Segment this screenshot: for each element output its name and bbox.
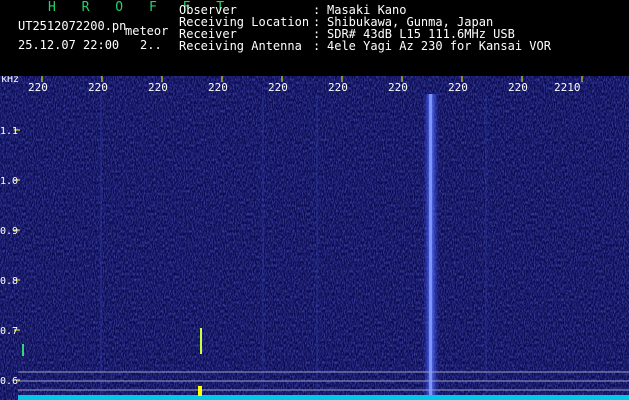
info-row-antenna: Receiving Antenna : 4ele Yagi Az 230 for…: [179, 40, 551, 52]
header-panel: H R O F F T UT2512072200.pn meteor 25.12…: [0, 0, 629, 76]
faint-band: [100, 94, 102, 400]
y-tick-label: 0.9: [0, 226, 18, 237]
detection-tag: meteor: [125, 24, 169, 38]
y-tick-label: 0.7: [0, 326, 18, 337]
spectrogram: 220 220 220 220 220 220 220 220 220 2210 1.1 1.0 0.…: [0, 76, 629, 400]
short-echo: [22, 344, 24, 356]
x-tick-label: 2210: [554, 81, 581, 94]
x-tick-label: 220: [388, 81, 408, 94]
info-value: 4ele Yagi Az 230 for Kansai VOR: [327, 39, 551, 53]
faint-band: [262, 94, 264, 400]
faint-band: [316, 94, 318, 400]
carrier-core: [429, 94, 432, 400]
y-tick-label: 1.1: [0, 126, 18, 137]
spectrogram-panel: 220 220 220 220 220 220 220 220 220 2210 1.1 1.0 0.…: [0, 76, 629, 400]
x-tick-label: 220: [148, 81, 168, 94]
x-tick-label: 220: [88, 81, 108, 94]
info-key: Receiving Antenna: [179, 39, 302, 53]
y-tick-label: 1.0: [0, 176, 18, 187]
noise-texture: [0, 76, 629, 400]
sequence-number: 2..: [140, 38, 162, 52]
signal-trace: [18, 395, 629, 400]
info-sep: :: [313, 39, 321, 53]
faint-band: [485, 94, 487, 400]
x-tick-label: 220: [508, 81, 528, 94]
x-tick-label: 220: [28, 81, 48, 94]
y-tick-label: 0.8: [0, 276, 18, 287]
file-name: UT2512072200.pn: [18, 19, 127, 33]
meteor-trace-spike: [198, 386, 202, 396]
x-tick-label: 220: [448, 81, 468, 94]
y-unit-label: kHz: [1, 76, 20, 85]
station-info: Observer : Masaki Kano Receiving Locatio…: [179, 4, 551, 52]
x-tick-label: 220: [268, 81, 288, 94]
observation-datetime: 25.12.07 22:00: [18, 38, 120, 52]
meteor-echo: [200, 328, 202, 354]
x-tick-label: 220: [328, 81, 348, 94]
y-tick-label: 0.6: [0, 376, 18, 387]
x-tick-label: 220: [208, 81, 228, 94]
